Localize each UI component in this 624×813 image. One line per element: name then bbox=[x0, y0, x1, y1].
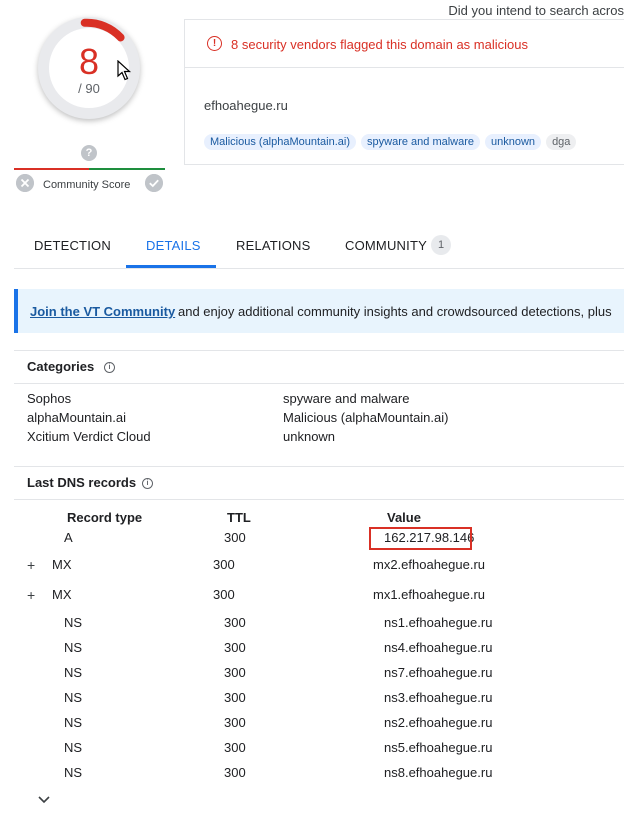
record-type: MX bbox=[52, 587, 72, 602]
tag[interactable]: Malicious (alphaMountain.ai) bbox=[204, 134, 357, 150]
divider bbox=[14, 350, 624, 351]
record-ttl: 300 bbox=[224, 640, 246, 655]
highlight-annotation bbox=[369, 527, 472, 550]
record-value: ns5.efhoahegue.ru bbox=[384, 740, 493, 755]
category-value: spyware and malware bbox=[283, 391, 410, 406]
record-value: ns8.efhoahegue.ru bbox=[384, 765, 493, 780]
check-icon[interactable] bbox=[145, 174, 163, 192]
record-type: NS bbox=[64, 765, 83, 780]
cursor-icon bbox=[117, 60, 132, 81]
category-vendor: alphaMountain.ai bbox=[27, 410, 127, 425]
record-ttl: 300 bbox=[213, 557, 235, 572]
divider bbox=[14, 499, 624, 500]
divider bbox=[14, 466, 624, 467]
record-ttl: 300 bbox=[224, 530, 246, 545]
community-score-label: Community Score bbox=[43, 179, 131, 191]
column-header-value: Value bbox=[387, 510, 421, 525]
dns-record-row: NS 300 ns5.efhoahegue.ru bbox=[0, 740, 624, 760]
column-header-record-type: Record type bbox=[67, 510, 143, 525]
record-ttl: 300 bbox=[224, 690, 246, 705]
domain-name: efhoahegue.ru bbox=[204, 98, 288, 113]
info-icon[interactable]: i bbox=[104, 362, 115, 373]
category-vendor: Sophos bbox=[27, 391, 72, 406]
dns-record-row: NS 300 ns2.efhoahegue.ru bbox=[0, 715, 624, 735]
tag[interactable]: dga bbox=[546, 134, 577, 150]
record-value: mx2.efhoahegue.ru bbox=[373, 557, 486, 572]
dns-record-row[interactable]: + MX 300 mx2.efhoahegue.ru bbox=[0, 557, 624, 577]
help-icon[interactable]: ? bbox=[81, 145, 97, 161]
category-value: unknown bbox=[283, 429, 336, 444]
dns-record-row[interactable]: + MX 300 mx1.efhoahegue.ru bbox=[0, 587, 624, 607]
alert-text: 8 security vendors flagged this domain a… bbox=[231, 37, 528, 52]
record-ttl: 300 bbox=[224, 665, 246, 680]
tab-relations[interactable]: RELATIONS bbox=[236, 238, 311, 253]
tab-bar: DETECTION DETAILS RELATIONS COMMUNITY 1 bbox=[14, 224, 624, 269]
record-value: ns1.efhoahegue.ru bbox=[384, 615, 493, 630]
plus-icon[interactable]: + bbox=[27, 557, 35, 573]
divider bbox=[14, 383, 624, 384]
alert-icon: ! bbox=[207, 36, 222, 51]
score-total: / 90 bbox=[78, 81, 100, 96]
record-value: ns7.efhoahegue.ru bbox=[384, 665, 493, 680]
record-type: MX bbox=[52, 557, 72, 572]
record-ttl: 300 bbox=[224, 615, 246, 630]
dns-record-row: NS 300 ns4.efhoahegue.ru bbox=[0, 640, 624, 660]
record-type: NS bbox=[64, 715, 83, 730]
close-icon[interactable] bbox=[16, 174, 34, 192]
record-ttl: 300 bbox=[224, 765, 246, 780]
chevron-down-icon[interactable] bbox=[37, 795, 51, 805]
category-value: Malicious (alphaMountain.ai) bbox=[283, 410, 449, 425]
record-type: NS bbox=[64, 640, 83, 655]
detection-alert: ! 8 security vendors flagged this domain… bbox=[185, 20, 624, 68]
community-bar-positive bbox=[89, 168, 165, 170]
community-count-badge: 1 bbox=[431, 235, 451, 255]
community-banner: Join the VT Community and enjoy addition… bbox=[14, 289, 624, 333]
dns-record-row: NS 300 ns3.efhoahegue.ru bbox=[0, 690, 624, 710]
record-ttl: 300 bbox=[224, 715, 246, 730]
join-community-link[interactable]: Join the VT Community bbox=[30, 304, 175, 319]
record-value: mx1.efhoahegue.ru bbox=[373, 587, 486, 602]
community-bar-negative bbox=[14, 168, 89, 170]
domain-summary-card: ! 8 security vendors flagged this domain… bbox=[184, 19, 624, 165]
record-type: A bbox=[64, 530, 73, 545]
banner-text: and enjoy additional community insights … bbox=[178, 304, 612, 319]
record-type: NS bbox=[64, 690, 83, 705]
categories-title: Categories bbox=[27, 359, 95, 374]
dns-record-row: NS 300 ns1.efhoahegue.ru bbox=[0, 615, 624, 635]
tag[interactable]: spyware and malware bbox=[361, 134, 481, 150]
tab-community[interactable]: COMMUNITY bbox=[345, 238, 427, 253]
dns-record-row: A 300 162.217.98.146 bbox=[0, 530, 624, 550]
dns-records-title: Last DNS records bbox=[27, 475, 137, 490]
record-ttl: 300 bbox=[224, 740, 246, 755]
record-value: ns4.efhoahegue.ru bbox=[384, 640, 493, 655]
plus-icon[interactable]: + bbox=[27, 587, 35, 603]
column-header-ttl: TTL bbox=[227, 510, 251, 525]
category-vendor: Xcitium Verdict Cloud bbox=[27, 429, 151, 444]
tag[interactable]: unknown bbox=[485, 134, 542, 150]
active-tab-indicator bbox=[126, 265, 216, 268]
record-type: NS bbox=[64, 740, 83, 755]
dns-record-row: NS 300 ns7.efhoahegue.ru bbox=[0, 665, 624, 685]
info-icon[interactable]: i bbox=[142, 478, 153, 489]
tag-list: Malicious (alphaMountain.ai) spyware and… bbox=[204, 134, 577, 150]
dns-record-row: NS 300 ns8.efhoahegue.ru bbox=[0, 765, 624, 785]
record-value: ns3.efhoahegue.ru bbox=[384, 690, 493, 705]
record-type: NS bbox=[64, 665, 83, 680]
tab-detection[interactable]: DETECTION bbox=[34, 238, 111, 253]
record-type: NS bbox=[64, 615, 83, 630]
search-suggestion-hint[interactable]: Did you intend to search acros bbox=[448, 3, 624, 18]
record-ttl: 300 bbox=[213, 587, 235, 602]
record-value: ns2.efhoahegue.ru bbox=[384, 715, 493, 730]
tab-details[interactable]: DETAILS bbox=[146, 238, 201, 253]
